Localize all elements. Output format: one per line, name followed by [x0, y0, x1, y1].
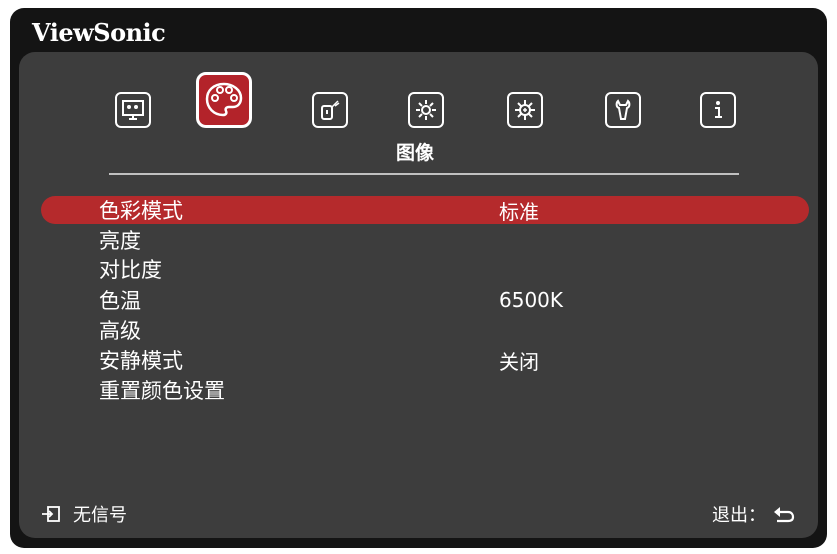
exit-text: 退出：	[712, 505, 766, 526]
projector-osd-window: ViewSonic 图像 色彩模式 标准 亮度 对比度 色温 6500K 高级 …	[10, 8, 827, 548]
palette-icon	[205, 82, 243, 117]
menu-panel: 图像 色彩模式 标准 亮度 对比度 色温 6500K 高级 安静模式 关闭 重置…	[19, 52, 818, 538]
menu-item-quiet-mode-value: 关闭	[499, 349, 539, 374]
menu-item-contrast[interactable]: 对比度	[99, 254, 162, 284]
menu-item-label: 色温	[99, 289, 141, 313]
input-signal-status: 无信号	[41, 500, 127, 528]
menu-item-label: 色彩模式	[99, 199, 183, 223]
menu-item-label: 安静模式	[99, 349, 183, 373]
tab-power[interactable]	[312, 92, 348, 128]
menu-item-advanced[interactable]: 高级	[99, 315, 141, 345]
tab-display[interactable]	[115, 92, 151, 128]
tab-advanced-settings[interactable]	[507, 92, 543, 128]
viewsonic-logo: ViewSonic	[32, 18, 166, 47]
tab-maintenance[interactable]	[605, 92, 641, 128]
display-icon	[122, 100, 144, 120]
tab-divider	[109, 173, 739, 175]
menu-item-label: 对比度	[99, 258, 162, 282]
menu-item-label: 重置颜色设置	[99, 379, 225, 403]
info-icon	[715, 101, 722, 118]
tab-basic-settings[interactable]	[408, 92, 444, 128]
active-tab-label: 图像	[396, 142, 435, 164]
exit-hint[interactable]: 退出：	[712, 500, 796, 528]
menu-item-color-temperature[interactable]: 色温	[99, 285, 141, 315]
advanced-settings-icon	[515, 100, 535, 120]
menu-item-label: 亮度	[99, 229, 141, 253]
menu-item-color-mode-value: 标准	[499, 199, 539, 224]
menu-item-color-temperature-value: 6500K	[499, 288, 564, 312]
menu-item-reset-color[interactable]: 重置颜色设置	[99, 375, 225, 405]
menu-item-label: 高级	[99, 319, 141, 343]
signal-text: 无信号	[73, 505, 127, 526]
wrench-icon	[615, 99, 631, 120]
menu-item-color-mode[interactable]: 色彩模式	[99, 195, 183, 225]
power-icon	[321, 100, 340, 120]
return-icon	[774, 507, 795, 523]
tab-information[interactable]	[700, 92, 736, 128]
input-source-icon	[42, 506, 60, 522]
menu-item-quiet-mode[interactable]: 安静模式	[99, 345, 183, 375]
tab-image[interactable]	[196, 72, 252, 128]
settings-icon	[416, 100, 436, 120]
menu-item-brightness[interactable]: 亮度	[99, 225, 141, 255]
